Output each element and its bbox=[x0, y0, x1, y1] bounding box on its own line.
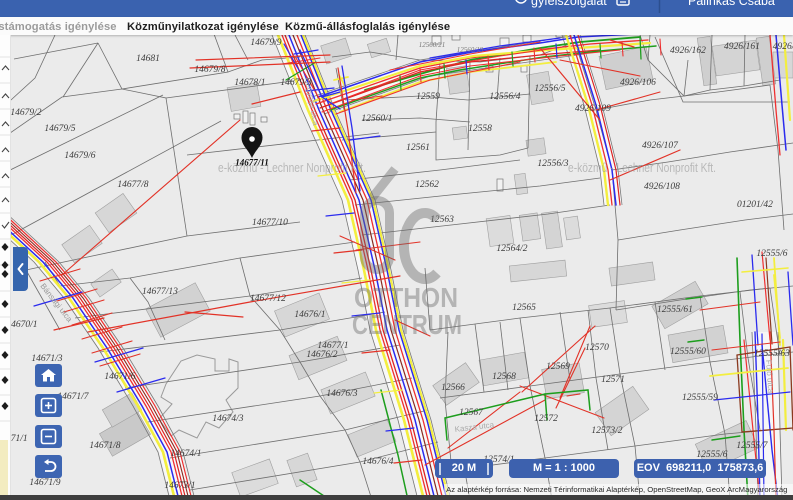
svg-text:14673/1: 14673/1 bbox=[164, 481, 195, 491]
svg-text:14676/4: 14676/4 bbox=[362, 457, 393, 467]
svg-text:Pálinkás Csaba: Pálinkás Csaba bbox=[688, 0, 775, 8]
svg-text:12560/21: 12560/21 bbox=[419, 41, 445, 49]
svg-text:12555/7: 12555/7 bbox=[736, 441, 768, 451]
svg-text:14671/8: 14671/8 bbox=[89, 441, 120, 451]
svg-text:4926/161: 4926/161 bbox=[724, 42, 760, 52]
svg-text:12560/1: 12560/1 bbox=[361, 114, 392, 124]
svg-text:14679/2: 14679/2 bbox=[10, 108, 41, 118]
svg-text:12561: 12561 bbox=[406, 143, 430, 153]
svg-text:12566: 12566 bbox=[441, 383, 465, 393]
svg-text:4926/162: 4926/162 bbox=[670, 46, 706, 56]
svg-text:Kasza utca: Kasza utca bbox=[454, 420, 495, 434]
svg-text:12555/63: 12555/63 bbox=[754, 349, 790, 359]
svg-text:12556/4: 12556/4 bbox=[489, 92, 520, 102]
svg-text:12565: 12565 bbox=[512, 303, 536, 313]
svg-text:12559: 12559 bbox=[416, 92, 440, 102]
svg-text:14677/8: 14677/8 bbox=[117, 180, 148, 190]
svg-text:12556/5: 12556/5 bbox=[534, 84, 565, 94]
svg-text:14677/13: 14677/13 bbox=[142, 287, 178, 297]
svg-text:4926/106: 4926/106 bbox=[620, 78, 656, 88]
svg-text:e-közmű - Lechner Nonprofit Kf: e-közmű - Lechner Nonprofit Kft. bbox=[568, 160, 716, 175]
svg-text:12572: 12572 bbox=[534, 414, 558, 424]
svg-text:4926/108: 4926/108 bbox=[644, 182, 680, 192]
svg-text:CENTRUM: CENTRUM bbox=[352, 309, 462, 340]
svg-text:14674/1: 14674/1 bbox=[170, 449, 201, 459]
svg-text:14677/12: 14677/12 bbox=[250, 294, 286, 304]
svg-text:12567: 12567 bbox=[459, 408, 484, 418]
svg-text:14679/6: 14679/6 bbox=[64, 151, 95, 161]
svg-text:12562: 12562 bbox=[415, 180, 439, 190]
svg-text:12555/61: 12555/61 bbox=[657, 305, 693, 315]
svg-text:12555/59: 12555/59 bbox=[682, 393, 718, 403]
svg-text:14677/10: 14677/10 bbox=[252, 218, 288, 228]
svg-text:12568: 12568 bbox=[492, 372, 516, 382]
svg-text:12558: 12558 bbox=[468, 124, 492, 134]
svg-text:14679/8: 14679/8 bbox=[194, 65, 225, 75]
svg-text:14678/1: 14678/1 bbox=[234, 78, 265, 88]
svg-text:12556/3: 12556/3 bbox=[537, 159, 568, 169]
svg-text:14676/3: 14676/3 bbox=[326, 389, 357, 399]
svg-text:14671/3: 14671/3 bbox=[31, 354, 62, 364]
svg-text:14681: 14681 bbox=[136, 54, 160, 64]
svg-text:4926/1: 4926/1 bbox=[773, 42, 793, 52]
svg-text:14677/11: 14677/11 bbox=[235, 158, 269, 168]
svg-text:14679/5: 14679/5 bbox=[44, 124, 75, 134]
svg-text:14676/2: 14676/2 bbox=[306, 350, 337, 360]
svg-text:14670/1: 14670/1 bbox=[6, 320, 37, 330]
svg-text:12569: 12569 bbox=[546, 362, 570, 372]
svg-text:12555/6: 12555/6 bbox=[756, 249, 787, 259]
svg-text:12560/19: 12560/19 bbox=[457, 46, 484, 54]
svg-text:gyfélszolgálat: gyfélszolgálat bbox=[531, 0, 607, 8]
svg-text:12571: 12571 bbox=[601, 375, 625, 385]
svg-text:4926/107: 4926/107 bbox=[642, 141, 679, 151]
svg-text:12570: 12570 bbox=[585, 343, 609, 353]
svg-text:12573/2: 12573/2 bbox=[591, 426, 622, 436]
svg-text:4926/109: 4926/109 bbox=[575, 104, 611, 114]
svg-text:01201/42: 01201/42 bbox=[737, 200, 773, 210]
svg-text:14674/3: 14674/3 bbox=[212, 414, 243, 424]
svg-text:12555/60: 12555/60 bbox=[670, 347, 706, 357]
svg-text:14671/6: 14671/6 bbox=[104, 372, 135, 382]
svg-text:14671/7: 14671/7 bbox=[57, 392, 89, 402]
svg-text:12564/2: 12564/2 bbox=[496, 244, 527, 254]
svg-text:14676/1: 14676/1 bbox=[294, 310, 325, 320]
svg-text:14679/9: 14679/9 bbox=[250, 38, 281, 48]
svg-text:14679/3: 14679/3 bbox=[280, 78, 311, 88]
svg-text:14671/9: 14671/9 bbox=[29, 478, 60, 488]
svg-text:14677/1: 14677/1 bbox=[317, 341, 348, 351]
